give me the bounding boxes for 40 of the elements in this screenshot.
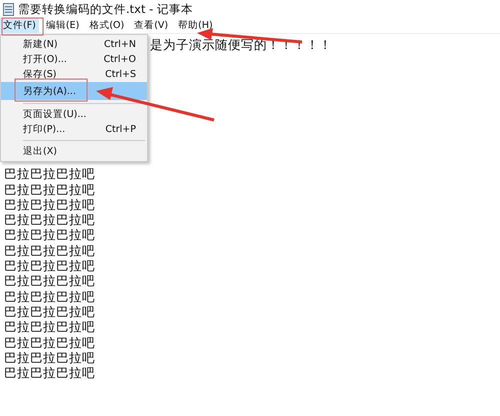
menu-item[interactable]: 格式(O) bbox=[86, 18, 128, 33]
option-label: 退出(X) bbox=[23, 145, 57, 158]
shortcut-text: Ctrl+P bbox=[105, 123, 136, 136]
menu-option[interactable]: 页面设置(U)... bbox=[1, 107, 147, 122]
option-label: 新建(N) bbox=[23, 38, 58, 51]
menu-option[interactable]: 打印(P)... Ctrl+P bbox=[1, 122, 147, 137]
option-label: 页面设置(U)... bbox=[23, 108, 86, 121]
shortcut-text: Ctrl+N bbox=[104, 38, 136, 51]
text-line: 巴拉巴拉巴拉吧 bbox=[4, 227, 96, 243]
text-line: 巴拉巴拉巴拉吧 bbox=[4, 304, 96, 320]
text-line: 巴拉巴拉巴拉吧 bbox=[4, 182, 96, 197]
option-label: 打印(P)... bbox=[23, 123, 66, 136]
shortcut-text: Ctrl+O bbox=[104, 53, 136, 66]
notepad-icon bbox=[3, 2, 14, 16]
text-line: 巴拉巴拉巴拉吧 bbox=[4, 258, 96, 274]
text-line: 巴拉巴拉巴拉吧 bbox=[4, 242, 96, 258]
text-line: 巴拉巴拉巴拉吧 bbox=[4, 166, 96, 182]
text-line: 巴拉巴拉巴拉吧 bbox=[4, 196, 96, 212]
menu-item[interactable]: 编辑(E) bbox=[42, 18, 82, 33]
menu-option[interactable]: 新建(N) Ctrl+N bbox=[1, 37, 147, 52]
menu-option[interactable]: 打开(O)... Ctrl+O bbox=[1, 52, 147, 67]
window-title: 需要转换编码的文件.txt - 记事本 bbox=[18, 2, 193, 16]
menu-option[interactable]: 另存为(A)... bbox=[1, 82, 147, 100]
highlight-box bbox=[2, 18, 44, 36]
text-line: 巴拉巴拉巴拉吧 bbox=[4, 350, 96, 366]
text-line: 巴拉巴拉巴拉吧 bbox=[4, 273, 96, 289]
menu-option[interactable]: 退出(X) bbox=[1, 144, 147, 159]
text-line: 巴拉巴拉巴拉吧 bbox=[4, 288, 96, 304]
shortcut-text: Ctrl+S bbox=[105, 68, 136, 81]
menu-option[interactable]: 保存(S) Ctrl+S bbox=[1, 67, 147, 82]
option-label: 保存(S) bbox=[23, 68, 56, 81]
menu-item[interactable]: 帮助(H) bbox=[175, 18, 216, 33]
menu-item[interactable]: 查看(V) bbox=[131, 18, 172, 33]
text-line: 巴拉巴拉巴拉吧 bbox=[4, 365, 96, 380]
text-line: 巴拉巴拉巴拉吧 bbox=[4, 212, 96, 228]
option-label: 另存为(A)... bbox=[23, 84, 76, 98]
option-label: 打开(O)... bbox=[23, 53, 67, 66]
text-line: 巴拉巴拉巴拉吧 bbox=[4, 319, 96, 335]
text-line: 巴拉巴拉巴拉吧 bbox=[4, 334, 96, 350]
menu-item[interactable]: 文件(F) bbox=[0, 18, 39, 33]
